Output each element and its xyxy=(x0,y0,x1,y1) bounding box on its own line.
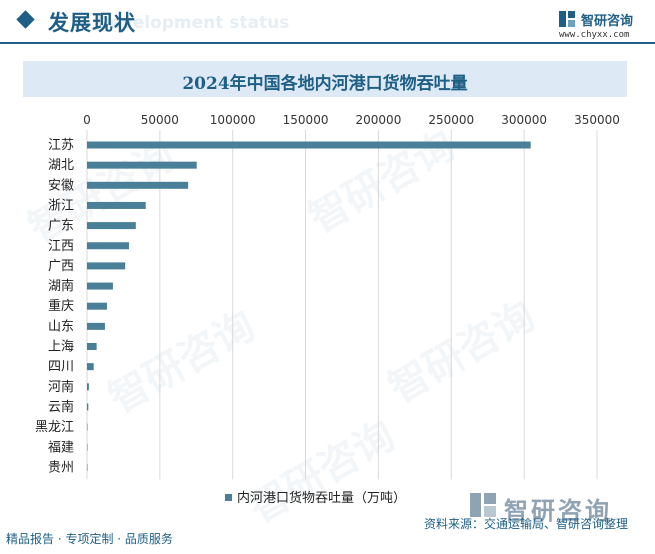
bar xyxy=(87,201,146,209)
bar xyxy=(87,181,189,189)
source-note: 资料来源：交通运输局、智研咨询整理 xyxy=(424,517,629,531)
category-label: 江西 xyxy=(48,239,74,254)
category-label: 山东 xyxy=(48,319,74,334)
category-label: 安徽 xyxy=(48,178,74,193)
footer-logo-icon xyxy=(470,493,496,517)
legend-swatch xyxy=(225,494,232,501)
x-tick-label: 350000 xyxy=(574,113,620,127)
bar xyxy=(87,363,94,371)
category-label: 上海 xyxy=(48,340,74,355)
bar xyxy=(87,302,107,310)
brand-name: 智研咨询 xyxy=(581,14,634,29)
bar xyxy=(87,423,88,431)
x-tick-label: 100000 xyxy=(210,113,256,127)
bar xyxy=(87,383,89,391)
brand-logo-icon xyxy=(559,11,575,27)
x-tick-label: 0 xyxy=(83,113,91,127)
chart-title-box: 2024年中国各地内河港口货物吞吐量 xyxy=(23,61,627,97)
brand: 智研咨询 www.chyxx.com xyxy=(559,9,649,43)
x-tick-label: 50000 xyxy=(141,113,179,127)
brand-url: www.chyxx.com xyxy=(559,30,630,40)
bar xyxy=(87,161,197,169)
category-label: 云南 xyxy=(48,399,74,415)
bar xyxy=(87,141,531,149)
bar xyxy=(87,222,136,230)
x-tick-label: 250000 xyxy=(428,113,474,127)
bar xyxy=(87,262,126,270)
header-divider xyxy=(0,42,655,44)
category-label: 湖北 xyxy=(48,158,74,173)
bar-chart: 0 50000 100000 150000 200000 250000 300000 3500… xyxy=(35,113,620,506)
bar xyxy=(87,343,97,350)
footer-tagline: 精品报告 · 专项定制 · 品质服务 xyxy=(6,532,173,546)
category-label: 湖南 xyxy=(48,278,74,294)
chart-title: 2024年中国各地内河港口货物吞吐量 xyxy=(182,74,468,94)
diamond-icon xyxy=(16,10,35,29)
bar xyxy=(87,242,129,250)
category-label: 四川 xyxy=(48,360,74,375)
x-tick-label: 300000 xyxy=(501,113,547,127)
page-header: Development status 发展现状 智研咨询 www.chyxx.c… xyxy=(0,0,655,45)
bar xyxy=(87,403,89,411)
bar xyxy=(87,443,88,451)
category-label: 河南 xyxy=(48,379,74,395)
category-label: 江苏 xyxy=(48,137,74,153)
bar xyxy=(87,282,113,290)
x-tick-label: 200000 xyxy=(356,113,402,127)
bar xyxy=(87,322,105,330)
page-title: 发展现状 xyxy=(48,11,136,35)
category-label: 广东 xyxy=(48,219,74,234)
category-label: 浙江 xyxy=(48,198,74,213)
legend-label: 内河港口货物吞吐量（万吨） xyxy=(237,490,406,506)
bar xyxy=(87,463,88,471)
category-label: 贵州 xyxy=(48,460,74,475)
category-label: 重庆 xyxy=(48,298,74,314)
category-label: 福建 xyxy=(48,440,74,455)
category-label: 黑龙江 xyxy=(35,420,74,435)
category-label: 广西 xyxy=(48,259,74,274)
x-tick-label: 150000 xyxy=(283,113,329,127)
